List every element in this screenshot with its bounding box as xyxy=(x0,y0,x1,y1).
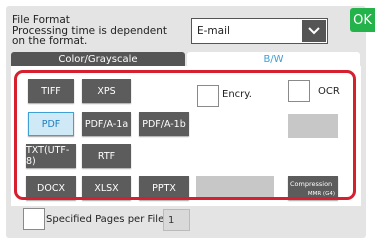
file-format-label: File Format Processing time is dependent… xyxy=(12,15,184,47)
highlight-frame xyxy=(14,70,356,200)
file-format-note-line2: on the format. xyxy=(12,35,88,47)
specified-pages-input[interactable]: 1 xyxy=(163,209,190,231)
specified-pages-label: Specified Pages per File xyxy=(46,214,165,225)
ok-button[interactable]: OK xyxy=(350,8,375,32)
tab-color-grayscale[interactable]: Color/Grayscale xyxy=(11,52,185,67)
tab-bw[interactable]: B/W xyxy=(187,52,360,67)
specified-pages-checkbox[interactable] xyxy=(23,208,45,230)
destination-select[interactable]: E-mail xyxy=(191,18,328,44)
chevron-down-icon[interactable] xyxy=(302,20,326,42)
file-format-title: File Format xyxy=(12,14,70,26)
destination-select-value: E-mail xyxy=(197,25,230,37)
